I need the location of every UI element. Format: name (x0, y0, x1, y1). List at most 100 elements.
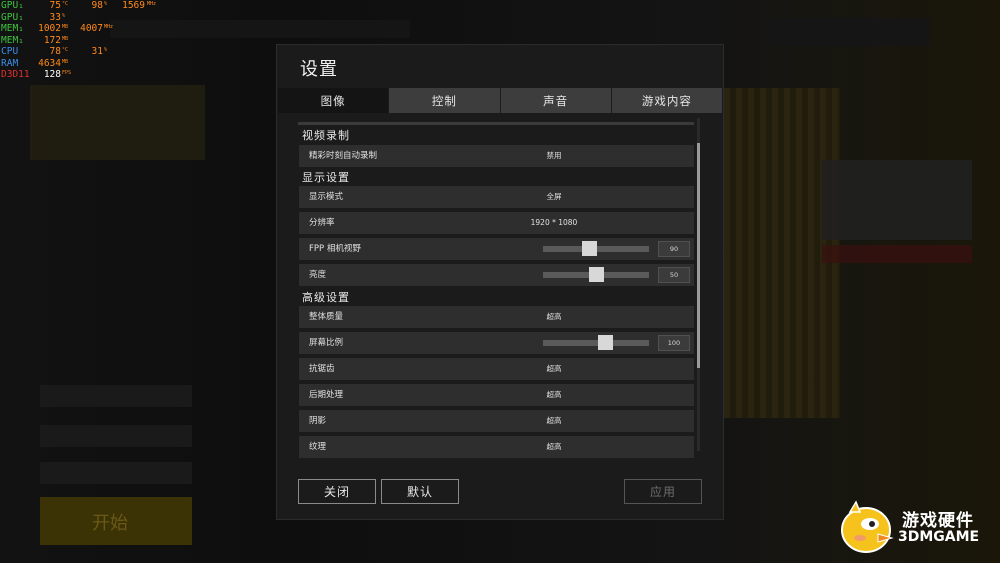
setting-row-resolution[interactable]: 分辨率 1920 * 1080 (299, 212, 694, 234)
overlay-u3: MHz (147, 1, 157, 7)
brightness-slider-thumb[interactable] (588, 267, 604, 282)
screen-scale-value-box[interactable]: 100 (658, 335, 690, 351)
setting-value[interactable]: 超高 (474, 358, 634, 380)
tab-audio[interactable]: 声音 (500, 88, 611, 113)
settings-dialog: 设置 图像 控制 声音 游戏内容 视频录制 精彩时刻自动录制 禁用 显示设置 显… (277, 45, 723, 519)
scrollbar-thumb[interactable] (697, 143, 700, 368)
setting-value[interactable]: 超高 (474, 306, 634, 328)
watermark-line1: 游戏硬件 (902, 511, 974, 531)
overlay-v1: 78 (49, 46, 61, 57)
settings-tabs: 图像 控制 声音 游戏内容 (278, 88, 722, 113)
setting-label: 后期处理 (309, 390, 344, 400)
setting-row-screen-scale[interactable]: 屏幕比例 100 (299, 332, 694, 354)
overlay-label: RAM (1, 57, 19, 69)
setting-row-brightness[interactable]: 亮度 50 (299, 264, 694, 286)
3dmgame-watermark: 游戏硬件 3DMGAME (834, 496, 994, 556)
overlay-v2: 4007 (80, 23, 103, 34)
tab-graphics[interactable]: 图像 (278, 88, 389, 113)
overlay-label: D3D11 (1, 69, 30, 80)
setting-label: 纹理 (309, 442, 327, 452)
overlay-row: RAM 4634 MB (1, 58, 171, 70)
setting-row-post-processing[interactable]: 后期处理 超高 (299, 384, 694, 406)
setting-label: 屏幕比例 (309, 338, 344, 348)
background-option-row (40, 425, 192, 447)
setting-value[interactable]: 全屏 (474, 186, 634, 208)
overlay-row: D3D11 128 FPS (1, 69, 171, 81)
overlay-v1: 4634 (38, 57, 61, 69)
setting-label: 精彩时刻自动录制 (309, 151, 378, 161)
setting-row-anti-aliasing[interactable]: 抗锯齿 超高 (299, 358, 694, 380)
overlay-u2: % (104, 47, 108, 53)
setting-label: 整体质量 (309, 312, 344, 322)
setting-row-textures[interactable]: 纹理 超高 (299, 436, 694, 458)
overlay-v1: 128 (43, 69, 61, 80)
overlay-u2: MHz (104, 24, 114, 30)
overlay-v1: 1002 (38, 23, 61, 34)
dialog-title: 设置 (300, 59, 338, 80)
overlay-label: GPU₁ (1, 0, 24, 11)
chick-mascot-icon (841, 500, 894, 553)
background-event-banner (30, 85, 205, 160)
setting-value[interactable]: 禁用 (474, 145, 634, 167)
overlay-u1: FPS (62, 70, 72, 76)
performance-overlay: GPU₁ 75 °C 98% 1569 MHz GPU₁ 33% MEM₁ 1002 MB 4007 M… (1, 0, 171, 81)
overlay-row: MEM₁ 1002 MB 4007 MHz (1, 23, 171, 35)
overlay-label: MEM₁ (1, 34, 24, 46)
tab-controls[interactable]: 控制 (389, 88, 500, 113)
setting-label: FPP 相机视野 (309, 244, 361, 254)
fov-slider-thumb[interactable] (582, 241, 598, 256)
overlay-v2: 98 (91, 0, 103, 11)
section-advanced: 高级设置 (302, 291, 350, 304)
setting-row-fpp-fov[interactable]: FPP 相机视野 90 (299, 238, 694, 260)
close-button[interactable]: 关闭 (298, 479, 376, 504)
overlay-label: CPU (1, 46, 19, 57)
overlay-row: GPU₁ 33% (1, 12, 171, 24)
overlay-u1: °C (62, 47, 69, 53)
setting-value[interactable]: 超高 (474, 436, 634, 458)
overlay-u1: % (62, 12, 66, 19)
background-option-row (40, 385, 192, 407)
overlay-u2: % (104, 1, 108, 7)
setting-label: 阴影 (309, 416, 327, 426)
tab-gameplay[interactable]: 游戏内容 (611, 88, 722, 113)
overlay-row: GPU₁ 75 °C 98% 1569 MHz (1, 0, 171, 12)
setting-label: 亮度 (309, 270, 327, 280)
overlay-u1: MB (62, 58, 69, 65)
section-display: 显示设置 (302, 171, 350, 184)
overlay-u1: MB (62, 35, 69, 42)
overlay-row: CPU 78 °C 31% (1, 46, 171, 58)
setting-label: 分辨率 (309, 218, 335, 228)
watermark-line2: 3DMGAME (898, 529, 980, 545)
setting-label: 抗锯齿 (309, 364, 335, 374)
background-news-card (822, 160, 972, 240)
brightness-value-box[interactable]: 50 (658, 267, 690, 283)
apply-button[interactable]: 应用 (624, 479, 702, 504)
setting-row-display-mode[interactable]: 显示模式 全屏 (299, 186, 694, 208)
default-button[interactable]: 默认 (381, 479, 459, 504)
setting-row-highlight-record[interactable]: 精彩时刻自动录制 禁用 (299, 145, 694, 167)
overlay-v1: 33 (49, 11, 61, 23)
background-start-button: 开始 (40, 497, 192, 545)
overlay-label: MEM₁ (1, 23, 24, 34)
background-news-strip (822, 245, 972, 263)
setting-value[interactable]: 1920 * 1080 (474, 212, 634, 234)
screen-scale-slider-thumb[interactable] (597, 335, 613, 350)
background-top-right-panel (770, 18, 930, 46)
overlay-label: GPU₁ (1, 11, 24, 23)
overlay-u1: MB (62, 24, 69, 30)
overlay-row: MEM₁ 172 MB (1, 35, 171, 47)
list-top-divider (298, 122, 694, 125)
setting-row-overall-quality[interactable]: 整体质量 超高 (299, 306, 694, 328)
setting-value[interactable]: 超高 (474, 384, 634, 406)
setting-label: 显示模式 (309, 192, 344, 202)
settings-list: 视频录制 精彩时刻自动录制 禁用 显示设置 显示模式 全屏 分辨率 1920 *… (277, 118, 723, 458)
background-start-label: 开始 (92, 513, 128, 534)
fov-value-box[interactable]: 90 (658, 241, 690, 257)
background-option-row (40, 462, 192, 484)
setting-value[interactable]: 超高 (474, 410, 634, 432)
overlay-u1: °C (62, 1, 69, 7)
overlay-v2: 31 (91, 46, 103, 57)
setting-row-shadows[interactable]: 阴影 超高 (299, 410, 694, 432)
screen-scale-slider[interactable] (543, 340, 649, 346)
overlay-v1: 75 (49, 0, 61, 11)
